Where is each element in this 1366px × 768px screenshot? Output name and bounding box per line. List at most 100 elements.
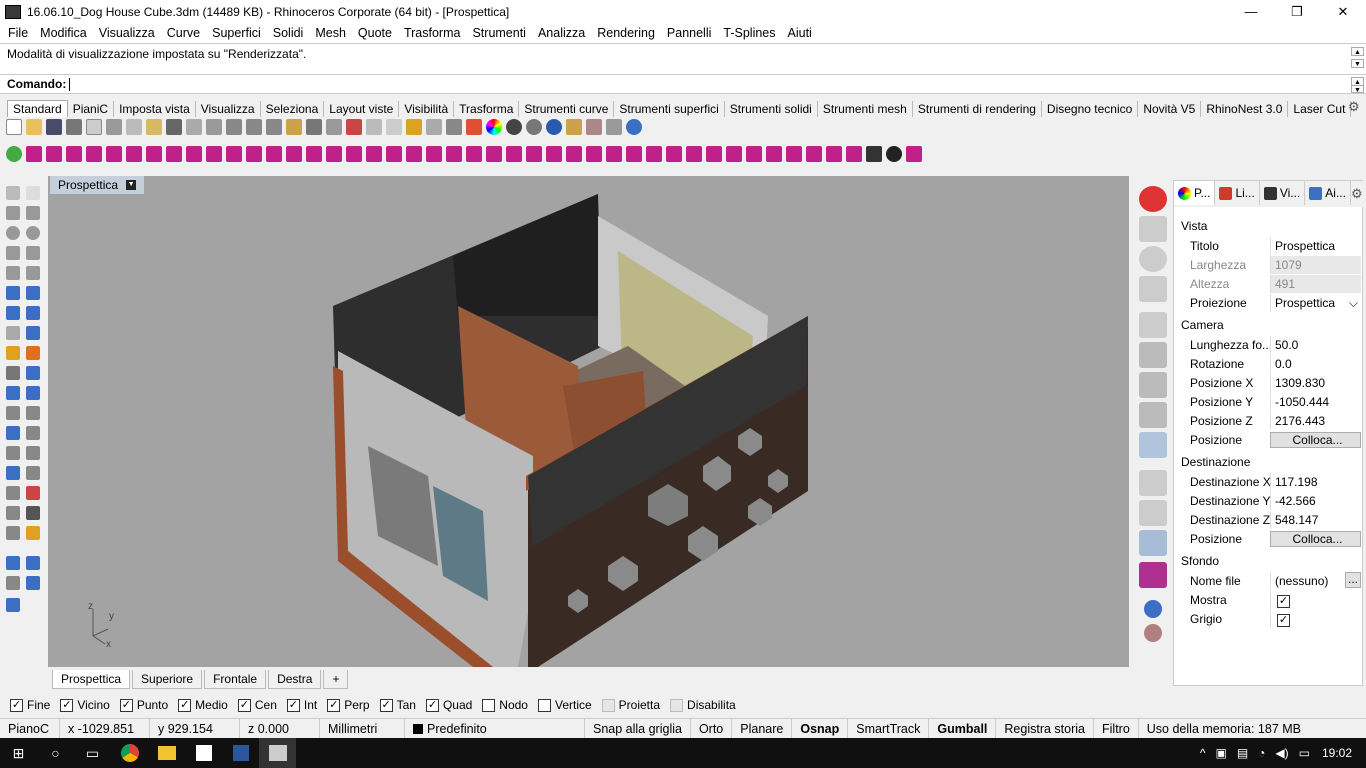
zoom-window-icon[interactable] — [246, 119, 262, 135]
cut-icon[interactable] — [106, 119, 122, 135]
ts-insert-point-icon[interactable] — [386, 146, 402, 162]
split-icon[interactable] — [6, 366, 20, 380]
extrude-surface-icon[interactable] — [26, 286, 40, 300]
color-wheel-icon[interactable] — [486, 119, 502, 135]
rotate-view-icon[interactable] — [206, 119, 222, 135]
menu-analizza[interactable]: Analizza — [532, 26, 591, 40]
menu-rendering[interactable]: Rendering — [591, 26, 661, 40]
grid-icon[interactable] — [326, 119, 342, 135]
grigio-checkbox[interactable]: ✓ — [1277, 614, 1290, 627]
zoom-selected-icon[interactable] — [286, 119, 302, 135]
menu-quote[interactable]: Quote — [352, 26, 398, 40]
edit-cube-icon[interactable] — [1139, 500, 1167, 526]
undo-icon[interactable] — [166, 119, 182, 135]
osnap-tan[interactable]: ✓ Tan — [379, 698, 416, 712]
panel-gear-icon[interactable]: ⚙ — [1351, 181, 1364, 207]
gear-purple-icon[interactable] — [1139, 562, 1167, 588]
ts-select-icon[interactable] — [586, 146, 602, 162]
globe-icon[interactable] — [1139, 246, 1167, 272]
trim-icon[interactable] — [26, 346, 40, 360]
ts-shrink-icon[interactable] — [626, 146, 642, 162]
array-icon[interactable] — [6, 446, 20, 460]
tab-layout-viste[interactable]: Layout viste — [324, 101, 400, 117]
nome-file-field[interactable]: (nessuno)... — [1270, 572, 1361, 590]
command-line[interactable]: Comando: ▲ ▼ — [0, 74, 1366, 94]
tab-visualizza[interactable]: Visualizza — [196, 101, 261, 117]
viewport-prospettica[interactable]: Prospettica ▼ z y x — [48, 176, 1129, 667]
browse-button[interactable]: ... — [1345, 572, 1361, 588]
light-icon[interactable] — [426, 119, 442, 135]
ts-fill-icon[interactable] — [286, 146, 302, 162]
store-icon[interactable] — [185, 738, 222, 768]
ts-ring-icon[interactable] — [666, 146, 682, 162]
tab-display[interactable]: Vi... — [1260, 181, 1306, 205]
tab-seleziona[interactable]: Seleziona — [261, 101, 325, 117]
point-icon[interactable] — [26, 186, 40, 200]
viewport-title[interactable]: Prospettica ▼ — [50, 176, 145, 194]
status-orto[interactable]: Orto — [691, 718, 733, 739]
ts-gear-icon[interactable] — [906, 146, 922, 162]
osnap-int[interactable]: ✓ Int — [286, 698, 317, 712]
osnap-vicino[interactable]: ✓ Vicino — [60, 698, 110, 712]
tab-visibilita[interactable]: Visibilità — [399, 101, 455, 117]
ts-sphere-small-icon[interactable] — [1144, 624, 1162, 642]
close-button[interactable]: ✕ — [1320, 0, 1366, 23]
ts-move-icon[interactable] — [686, 146, 702, 162]
status-planare[interactable]: Planare — [732, 718, 793, 739]
ts-extrude-icon[interactable] — [126, 146, 142, 162]
osnap-disabilita[interactable]: Disabilita — [670, 698, 736, 712]
tab-rhinonest[interactable]: RhinoNest 3.0 — [1201, 101, 1289, 117]
search-circle-icon[interactable]: ○ — [37, 738, 74, 768]
osnap-nodo[interactable]: Nodo — [482, 698, 528, 712]
dots-array-icon[interactable] — [6, 486, 20, 500]
hide-icon[interactable] — [366, 119, 382, 135]
windows-icon[interactable] — [26, 576, 40, 590]
tray-volume-icon[interactable]: ◀) — [1275, 746, 1288, 760]
options-gears-icon[interactable] — [586, 119, 602, 135]
lock-icon[interactable] — [446, 119, 462, 135]
ts-render-icon[interactable] — [886, 146, 902, 162]
osnap-nodo-checkbox[interactable] — [482, 698, 496, 712]
four-viewports-icon[interactable] — [6, 598, 20, 612]
undo-view-icon[interactable] — [306, 119, 322, 135]
osnap-punto[interactable]: ✓ Punto — [119, 698, 168, 712]
ts-subdivide-icon[interactable] — [346, 146, 362, 162]
menu-mesh[interactable]: Mesh — [309, 26, 352, 40]
ts-pipe-icon[interactable] — [186, 146, 202, 162]
ts-grow-icon[interactable] — [606, 146, 622, 162]
menu-tsplines[interactable]: T-Splines — [717, 26, 781, 40]
value-destinazione-z[interactable]: 548.147 — [1270, 511, 1361, 529]
ts-options-icon[interactable] — [846, 146, 862, 162]
toolbar-settings-gear-icon[interactable]: ⚙ — [1348, 99, 1362, 114]
cube-perspective-icon[interactable] — [1139, 432, 1167, 458]
ts-gumball-icon[interactable] — [746, 146, 762, 162]
status-osnap[interactable]: Osnap — [792, 718, 849, 739]
tab-strumenti-mesh[interactable]: Strumenti mesh — [818, 101, 913, 117]
osnap-disabilita-checkbox[interactable] — [670, 698, 684, 712]
ts-scale-icon[interactable] — [706, 146, 722, 162]
tray-network-icon[interactable]: ▣ — [1215, 746, 1226, 760]
zoom-extents-icon[interactable] — [266, 119, 282, 135]
offset-icon[interactable] — [26, 406, 40, 420]
tab-destra[interactable]: Destra — [268, 669, 322, 689]
menu-curve[interactable]: Curve — [161, 26, 206, 40]
proiezione-select[interactable]: Prospettica ⌵ — [1270, 294, 1361, 312]
help-icon[interactable] — [626, 119, 642, 135]
open-folder-icon[interactable] — [26, 119, 42, 135]
osnap-punto-checkbox[interactable]: ✓ — [119, 698, 133, 712]
ts-mirror-icon[interactable] — [466, 146, 482, 162]
chrome-icon[interactable] — [111, 738, 148, 768]
layers-icon[interactable] — [6, 576, 20, 590]
ts-standardize-icon[interactable] — [786, 146, 802, 162]
tray-bluetooth-icon[interactable]: ▤ — [1237, 746, 1248, 760]
ts-symmetry-icon[interactable] — [486, 146, 502, 162]
value-titolo[interactable]: Prospettica — [1270, 237, 1361, 255]
status-history[interactable]: Registra storia — [996, 718, 1094, 739]
ts-insert-edge-icon[interactable] — [366, 146, 382, 162]
copy-icon[interactable] — [126, 119, 142, 135]
value-destinazione-y[interactable]: -42.566 — [1270, 492, 1361, 510]
osnap-proietta[interactable]: Proietta — [601, 698, 660, 712]
value-rotazione[interactable]: 0.0 — [1270, 355, 1361, 373]
ts-cylinder-icon[interactable] — [46, 146, 62, 162]
paint-icon[interactable] — [566, 119, 582, 135]
